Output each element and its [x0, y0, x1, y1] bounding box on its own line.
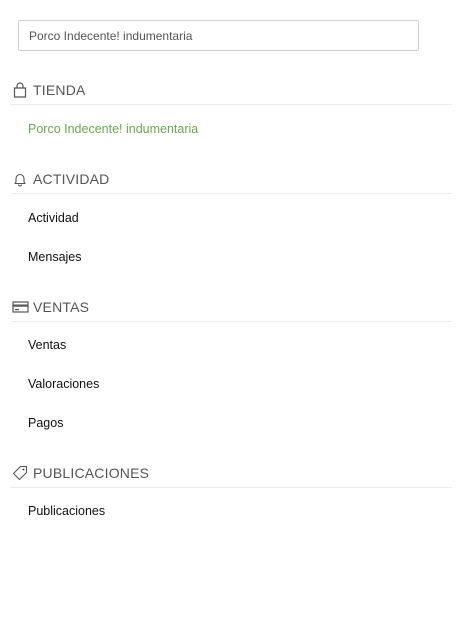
tag-icon [11, 465, 29, 481]
section-header-tienda: TIENDA [11, 82, 452, 105]
bag-icon [11, 82, 29, 98]
section-header-ventas: VENTAS [11, 299, 452, 322]
nav-item-mensajes[interactable]: Mensajes [28, 249, 82, 265]
section-title-tienda: TIENDA [33, 82, 86, 98]
bell-icon [11, 171, 29, 187]
section-header-publicaciones: PUBLICACIONES [11, 465, 452, 488]
store-link[interactable]: Porco Indecente! indumentaria [28, 121, 198, 137]
section-title-ventas: VENTAS [33, 299, 90, 315]
nav-item-valoraciones[interactable]: Valoraciones [28, 376, 99, 392]
search-field[interactable] [18, 20, 419, 51]
section-header-actividad: ACTIVIDAD [11, 171, 452, 194]
nav-item-ventas[interactable]: Ventas [28, 337, 66, 353]
section-title-actividad: ACTIVIDAD [33, 171, 110, 187]
nav-item-publicaciones[interactable]: Publicaciones [28, 503, 105, 519]
section-title-publicaciones: PUBLICACIONES [33, 465, 150, 481]
nav-item-actividad[interactable]: Actividad [28, 210, 79, 226]
search-input[interactable] [29, 28, 408, 43]
credit-card-icon [11, 299, 29, 315]
nav-item-pagos[interactable]: Pagos [28, 415, 63, 431]
sidebar-menu: TIENDA Porco Indecente! indumentaria ACT… [0, 0, 463, 637]
